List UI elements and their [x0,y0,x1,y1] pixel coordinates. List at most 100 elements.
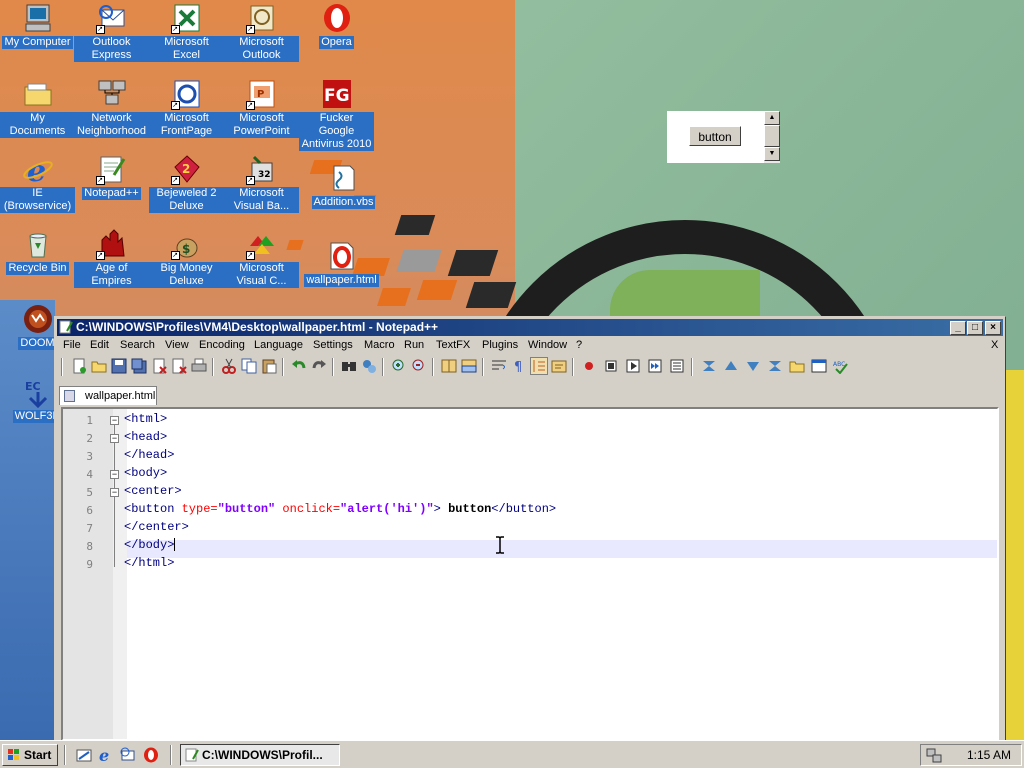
desktop-icon-my-computer[interactable]: My Computer [0,2,75,49]
current-line-highlight [127,540,997,558]
zoom-in-icon[interactable] [391,358,407,374]
desktop-icon-recycle-bin[interactable]: Recycle Bin [0,228,75,275]
replace-icon[interactable] [361,358,377,374]
desktop-icon-opera[interactable]: Opera [299,2,374,49]
desktop-icon-big-money[interactable]: $ ↗ Big Money Deluxe [149,228,224,288]
code-line: <html> [124,412,168,426]
word-wrap-icon[interactable] [491,358,507,374]
tab-wallpaper-html[interactable]: wallpaper.html [59,386,157,405]
clock[interactable]: 1:15 AM [967,745,1011,765]
html-widget-button[interactable]: button [689,126,741,146]
document-close-button[interactable]: X [991,339,998,351]
close-file-icon[interactable] [151,358,167,374]
macro-save-icon[interactable] [669,358,685,374]
desktop-icon-outlook-express[interactable]: ↗ Outlook Express [74,2,149,62]
expand-icon[interactable] [767,358,783,374]
indent-guide-icon[interactable] [530,357,548,375]
close-button[interactable]: × [985,321,1001,335]
fold-toggle[interactable]: − [110,416,119,425]
macro-play-icon[interactable] [625,358,641,374]
minimize-button[interactable]: _ [950,321,966,335]
user-language-icon[interactable] [551,358,567,374]
toolbar-separator [212,358,214,376]
open-file-icon[interactable] [91,358,107,374]
desktop-icon-excel[interactable]: ↗ Microsoft Excel [149,2,224,62]
menu-file[interactable]: File [63,339,81,351]
desktop-icon-powerpoint[interactable]: P ↗ Microsoft PowerPoint [224,78,299,138]
scroll-thumb[interactable] [764,125,780,147]
menu-run[interactable]: Run [404,339,424,351]
fold-toggle[interactable]: − [110,488,119,497]
desktop-icon-network[interactable]: Network Neighborhood [74,78,149,138]
outlook-express-quicklaunch-icon[interactable] [120,747,136,763]
desktop-icon-bejeweled[interactable]: 2 ↗ Bejeweled 2 Deluxe [149,153,224,213]
menu-textfx[interactable]: TextFX [436,339,470,351]
title-bar[interactable]: C:\WINDOWS\Profiles\VM4\Desktop\wallpape… [57,319,1003,336]
copy-icon[interactable] [241,358,257,374]
macro-stop-icon[interactable] [603,358,619,374]
taskbar-button-notepadpp[interactable]: C:\WINDOWS\Profil... [180,744,340,766]
desktop-icon-addition-vbs[interactable]: Addition.vbs [306,162,381,209]
sync-vertical-icon[interactable] [441,358,457,374]
save-icon[interactable] [111,358,127,374]
text-caret [174,538,176,552]
menu-search[interactable]: Search [120,339,155,351]
new-file-icon[interactable] [71,358,87,374]
opera-quicklaunch-icon[interactable] [143,747,159,763]
desktop-icon-wallpaper-html[interactable]: wallpaper.html [304,240,379,287]
down-arrow-icon[interactable] [745,358,761,374]
code-editor[interactable]: 1 2 3 4 5 6 7 8 9 − − − − <html> <head> … [61,407,999,741]
scroll-up-arrow-icon[interactable]: ▲ [764,111,780,125]
wallpaper-tile [377,288,411,306]
network-tray-icon[interactable] [926,747,942,763]
maximize-button[interactable]: □ [967,321,983,335]
desktop-icon-visual-basic[interactable]: 32 ↗ Microsoft Visual Ba... [224,153,299,213]
notepadpp-taskbar-icon [185,748,199,762]
redo-icon[interactable] [311,358,327,374]
spell-check-icon[interactable]: ABC [833,358,849,374]
menu-encoding[interactable]: Encoding [199,339,245,351]
macro-record-icon[interactable] [581,358,597,374]
close-all-icon[interactable] [171,358,187,374]
fold-toggle[interactable]: − [110,434,119,443]
desktop-icon-frontpage[interactable]: ↗ Microsoft FrontPage [149,78,224,138]
cut-icon[interactable] [221,358,237,374]
find-icon[interactable] [341,358,357,374]
up-arrow-icon[interactable] [723,358,739,374]
desktop-icon-age-of-empires[interactable]: ↗ Age of Empires [74,228,149,288]
tag-open: <button [124,502,182,516]
desktop-icon-fg-antivirus[interactable]: FG Fucker Google Antivirus 2010 [299,78,374,151]
menu-macro[interactable]: Macro [364,339,395,351]
fold-toggle[interactable]: − [110,470,119,479]
collapse-icon[interactable] [701,358,717,374]
macro-play-multiple-icon[interactable] [647,358,663,374]
paste-icon[interactable] [261,358,277,374]
ie-quicklaunch-icon[interactable]: e [98,747,114,763]
window-icon[interactable] [811,358,827,374]
menu-view[interactable]: View [165,339,189,351]
menu-window[interactable]: Window [528,339,567,351]
menu-plugins[interactable]: Plugins [482,339,518,351]
menu-help[interactable]: ? [576,339,582,351]
desktop-icon-my-documents[interactable]: My Documents [0,78,75,138]
widget-scrollbar[interactable]: ▲ ▼ [764,111,780,163]
show-all-chars-icon[interactable]: ¶ [511,358,527,374]
desktop-icon-outlook[interactable]: ↗ Microsoft Outlook [224,2,299,62]
menu-language[interactable]: Language [254,339,303,351]
desktop-icon-notepadpp[interactable]: ↗ Notepad++ [74,153,149,200]
save-all-icon[interactable] [131,358,147,374]
code-line: </html> [124,556,175,570]
print-icon[interactable] [191,358,207,374]
zoom-out-icon[interactable] [411,358,427,374]
undo-icon[interactable] [291,358,307,374]
start-button[interactable]: Start [2,744,58,766]
folder-open-icon[interactable] [789,358,805,374]
menu-settings[interactable]: Settings [313,339,353,351]
sync-horizontal-icon[interactable] [461,358,477,374]
desktop-icon-ie[interactable]: e IE (Browservice) [0,153,75,213]
scroll-down-arrow-icon[interactable]: ▼ [764,147,780,161]
desktop-icon-visual-c[interactable]: ↗ Microsoft Visual C... [224,228,299,288]
menu-edit[interactable]: Edit [90,339,109,351]
show-desktop-icon[interactable] [76,747,92,763]
svg-text:2: 2 [182,162,190,176]
